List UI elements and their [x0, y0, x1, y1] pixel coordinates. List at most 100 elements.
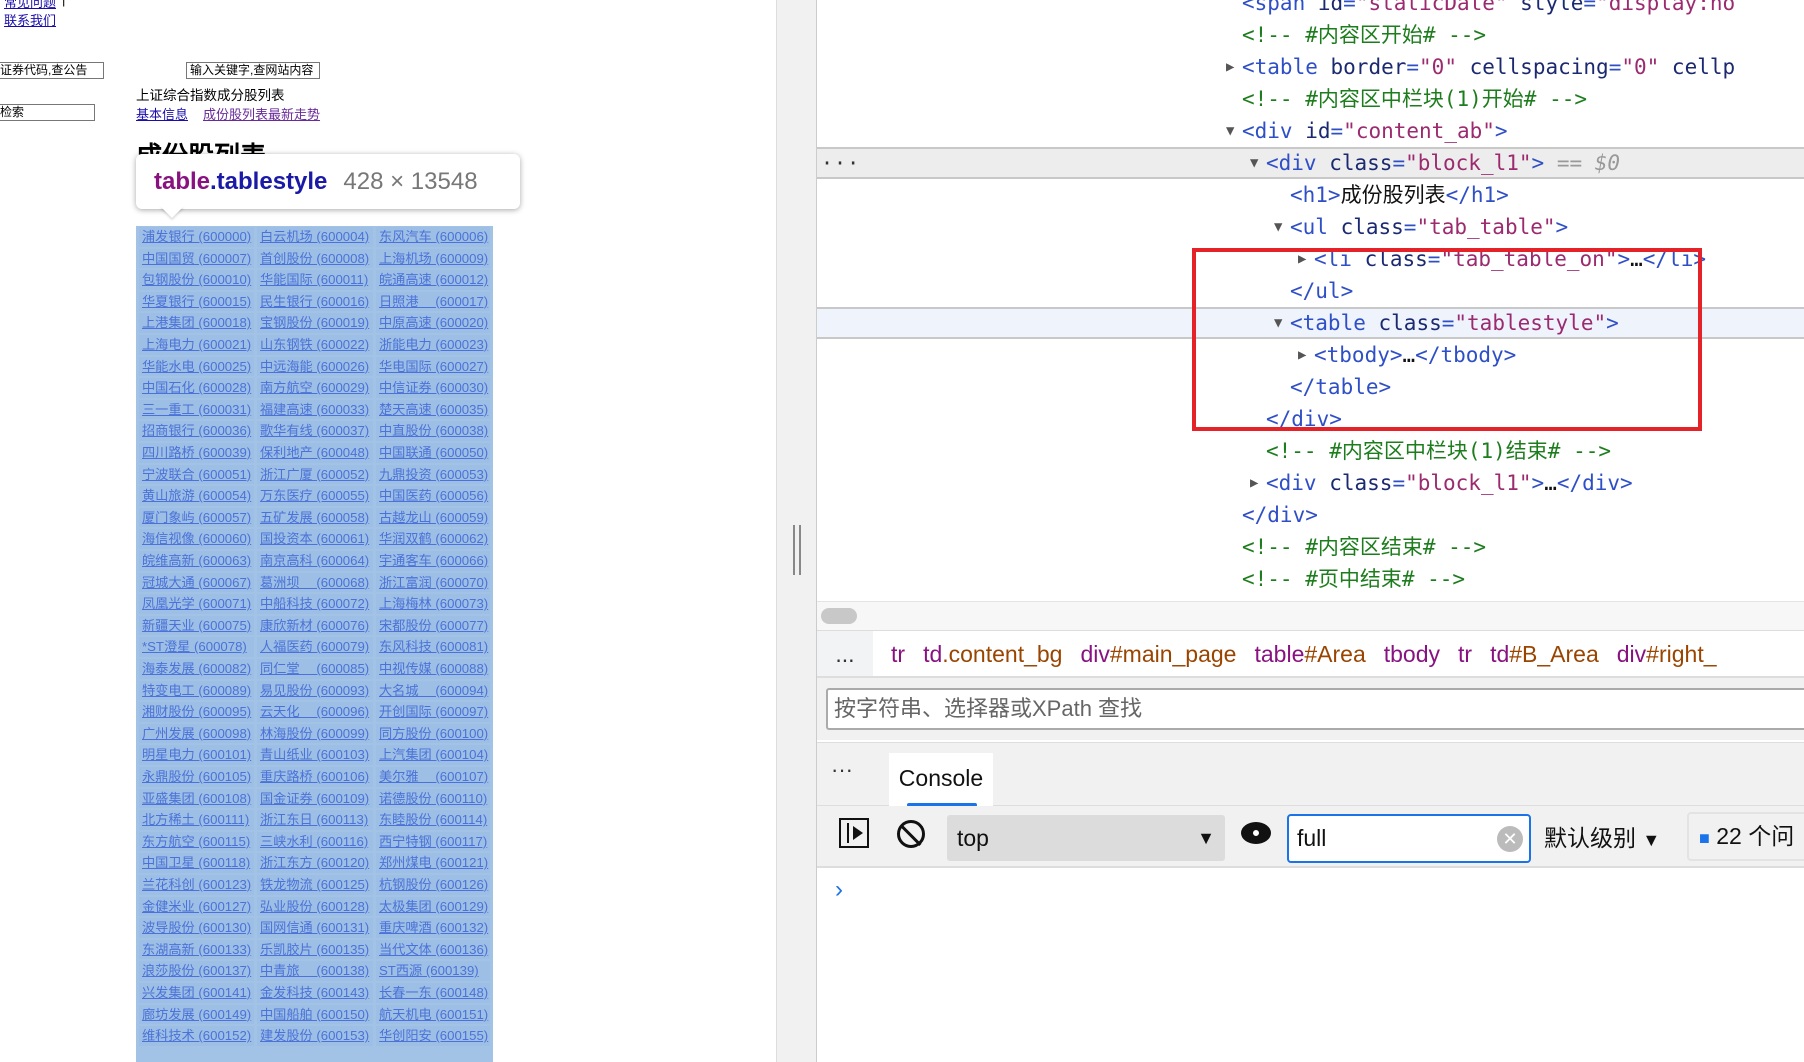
stock-link[interactable]: 青山纸业 (600103)	[257, 745, 373, 765]
stock-link[interactable]: 九鼎投资 (600053)	[376, 464, 490, 485]
stock-link[interactable]: 四川路桥 (600039)	[139, 443, 254, 463]
scrollbar-thumb[interactable]	[821, 608, 857, 624]
stock-link[interactable]: 中国联通 (600050)	[376, 443, 490, 463]
stock-link[interactable]: 郑州煤电 (600121)	[376, 853, 490, 873]
breadcrumb-item[interactable]: tr	[891, 641, 905, 667]
expand-arrow-icon[interactable]: ▶	[1250, 467, 1258, 499]
stock-link[interactable]: 上海机场 (600009)	[376, 248, 490, 269]
stock-link[interactable]: 白云机场 (600004)	[257, 227, 373, 247]
stock-link[interactable]: 广州发展 (600098)	[139, 723, 254, 744]
stock-link[interactable]: 海泰发展 (600082)	[139, 659, 254, 679]
stock-link[interactable]: 首创股份 (600008)	[257, 248, 373, 269]
stock-link[interactable]: 人福医药 (600079)	[257, 637, 373, 657]
stock-link[interactable]: 中国卫星 (600118)	[139, 853, 254, 873]
stock-link[interactable]: 中青旅 (600138)	[257, 961, 373, 981]
filter-input[interactable]: full ✕	[1287, 814, 1531, 863]
stock-link[interactable]: 西宁特钢 (600117)	[376, 831, 490, 852]
find-input[interactable]: 按字符串、选择器或XPath 查找	[826, 688, 1804, 730]
stock-link[interactable]: 中直股份 (600038)	[376, 421, 490, 441]
breadcrumb-item[interactable]: div#main_page	[1080, 641, 1236, 667]
stock-link[interactable]: 开创国际 (600097)	[376, 702, 490, 722]
stock-link[interactable]: 美尔雅 (600107)	[376, 767, 490, 787]
stock-link[interactable]: 华能国际 (600011)	[257, 270, 373, 290]
stock-link[interactable]: 宁波联合 (600051)	[139, 464, 254, 485]
stock-link[interactable]: 大名城 (600094)	[376, 680, 490, 701]
drawer-more-icon[interactable]: ···	[831, 757, 853, 783]
stock-link[interactable]: 新疆天业 (600075)	[139, 615, 254, 636]
stock-link[interactable]: 中国医药 (600056)	[376, 486, 490, 506]
breadcrumb-item[interactable]: tr	[1458, 641, 1472, 667]
stock-link[interactable]: 诺德股份 (600110)	[376, 788, 490, 809]
stock-link[interactable]: 三一重工 (600031)	[139, 399, 254, 420]
stock-link[interactable]: 维科技术 (600152)	[139, 1026, 254, 1046]
stock-link[interactable]: 中远海能 (600026)	[257, 356, 373, 377]
stock-link[interactable]: 宇通客车 (600066)	[376, 551, 490, 571]
stock-link[interactable]: 东方航空 (600115)	[139, 831, 254, 852]
stock-link[interactable]: 航天机电 (600151)	[376, 1004, 490, 1025]
context-select[interactable]: top ▼	[947, 815, 1225, 861]
stock-link[interactable]: 东风汽车 (600006)	[376, 227, 490, 247]
dom-node-line[interactable]: ▼ <ul class="tab_table">	[817, 211, 1804, 243]
stock-link[interactable]: 特变电工 (600089)	[139, 680, 254, 701]
stock-link[interactable]: *ST澄星 (600078)	[139, 637, 254, 657]
stock-link[interactable]: 乐凯胶片 (600135)	[257, 939, 373, 960]
stock-link[interactable]: 太极集团 (600129)	[376, 896, 490, 917]
node-actions-icon[interactable]: ···	[821, 149, 860, 177]
stock-link[interactable]: 华润双鹤 (600062)	[376, 529, 490, 549]
stock-link[interactable]: 黄山旅游 (600054)	[139, 486, 254, 506]
keyword-search-input[interactable]: 输入关键字,查网站内容	[186, 62, 320, 79]
stock-link[interactable]: 冠城大通 (600067)	[139, 572, 254, 593]
stock-link[interactable]: 日照港 (600017)	[376, 291, 490, 312]
stock-link[interactable]: 国投资本 (600061)	[257, 529, 373, 549]
dom-node-line[interactable]: ▼ <div id="content_ab">	[817, 115, 1804, 147]
stock-link[interactable]: 康欣新材 (600076)	[257, 615, 373, 636]
dom-node-line[interactable]: <!-- #内容区结束# -->	[817, 531, 1804, 563]
contact-link[interactable]: 联系我们	[4, 10, 56, 29]
tab-console[interactable]: Console	[889, 753, 993, 807]
stock-link[interactable]: 国金证券 (600109)	[257, 788, 373, 809]
stock-link[interactable]: 浙江东日 (600113)	[257, 810, 373, 830]
stock-link[interactable]: 上海梅林 (600073)	[376, 594, 490, 614]
tab-component-trend[interactable]: 成份股列表最新走势	[203, 104, 320, 123]
dom-node-line[interactable]: ▶ <table border="0" cellspacing="0" cellp	[817, 51, 1804, 83]
eye-icon[interactable]	[1241, 822, 1271, 844]
stock-link[interactable]: 华电国际 (600027)	[376, 356, 490, 377]
stock-link[interactable]: 包钢股份 (600010)	[139, 270, 254, 290]
stock-link[interactable]: 保利地产 (600048)	[257, 443, 373, 463]
stock-link[interactable]: 北方稀土 (600111)	[139, 810, 254, 830]
stock-link[interactable]: 弘业股份 (600128)	[257, 896, 373, 917]
breadcrumb-item[interactable]: td#B_Area	[1490, 641, 1599, 667]
stock-link[interactable]: 民生银行 (600016)	[257, 291, 373, 312]
breadcrumb-item[interactable]: tbody	[1384, 641, 1440, 667]
stock-link[interactable]: 亚盛集团 (600108)	[139, 788, 254, 809]
dom-node-line[interactable]: <h1>成份股列表</h1>	[817, 179, 1804, 211]
dom-node-line[interactable]: <!-- #内容区中栏块(1)开始# -->	[817, 83, 1804, 115]
stock-link[interactable]: 东风科技 (600081)	[376, 637, 490, 657]
breadcrumb-item[interactable]: table#Area	[1254, 641, 1365, 667]
stock-link[interactable]: 五矿发展 (600058)	[257, 507, 373, 528]
stock-link[interactable]: 皖维高新 (600063)	[139, 551, 254, 571]
stock-link[interactable]: 楚天高速 (600035)	[376, 399, 490, 420]
clear-filter-icon[interactable]: ✕	[1497, 826, 1523, 852]
collapse-arrow-icon[interactable]: ▼	[1226, 115, 1234, 147]
breadcrumb-item[interactable]: div#right_	[1617, 641, 1717, 667]
console-prompt[interactable]: ›	[835, 876, 843, 904]
resize-grip-icon[interactable]	[793, 525, 801, 575]
stock-link[interactable]: 易见股份 (600093)	[257, 680, 373, 701]
issues-button[interactable]: ■ 22 个问	[1687, 812, 1804, 861]
stock-link[interactable]: ST西源 (600139)	[376, 961, 490, 981]
stock-link[interactable]: 华能水电 (600025)	[139, 356, 254, 377]
stock-link[interactable]: 中国船舶 (600150)	[257, 1004, 373, 1025]
expand-arrow-icon[interactable]: ▶	[1226, 51, 1234, 83]
stock-link[interactable]: 中船科技 (600072)	[257, 594, 373, 614]
block-icon[interactable]	[897, 820, 925, 848]
stock-link[interactable]: 东湖高新 (600133)	[139, 939, 254, 960]
stock-link[interactable]: 长春一东 (600148)	[376, 983, 490, 1003]
dom-node-line[interactable]: ··· ▼ <div class="block_l1"> == $0	[817, 147, 1804, 179]
retrieve-input[interactable]: 检索	[0, 104, 95, 121]
stock-link[interactable]: 上汽集团 (600104)	[376, 745, 490, 765]
stock-link[interactable]: 云天化 (600096)	[257, 702, 373, 722]
stock-link[interactable]: 华夏银行 (600015)	[139, 291, 254, 312]
stock-link[interactable]: 波导股份 (600130)	[139, 918, 254, 938]
stock-link[interactable]: 浙江广厦 (600052)	[257, 464, 373, 485]
